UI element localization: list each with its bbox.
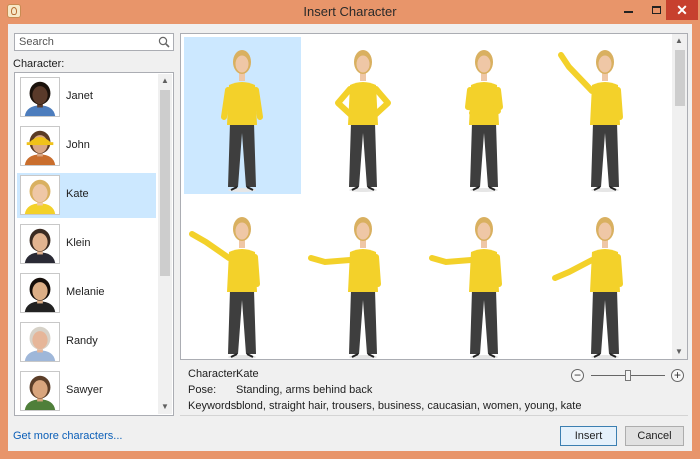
- pose-thumbnail[interactable]: [305, 204, 422, 359]
- detail-pose-key: Pose:: [188, 384, 217, 396]
- minimize-icon: [623, 11, 633, 13]
- pose-thumbnail[interactable]: [305, 37, 422, 194]
- detail-keywords-key: Keywords:: [188, 400, 240, 412]
- scrollbar-thumb[interactable]: [675, 50, 685, 106]
- detail-character-key: Character:: [188, 368, 240, 380]
- character-item-melanie[interactable]: Melanie: [17, 271, 156, 316]
- dialog-body: Search Character: Janet John Kate Klein …: [8, 24, 692, 451]
- character-name: Klein: [66, 237, 91, 249]
- scrollbar-thumb[interactable]: [160, 90, 170, 276]
- character-item-sawyer[interactable]: Sawyer: [17, 369, 156, 414]
- character-avatar: [20, 322, 60, 362]
- pose-figure: [552, 217, 623, 359]
- character-label: Character:: [13, 58, 65, 70]
- character-avatar: [20, 371, 60, 411]
- cancel-button[interactable]: Cancel: [625, 426, 684, 446]
- search-icon[interactable]: [158, 36, 170, 48]
- window-title: Insert Character: [303, 4, 397, 19]
- zoom-handle[interactable]: [625, 370, 631, 381]
- character-avatar: [20, 77, 60, 117]
- pose-figure: [465, 50, 503, 192]
- character-item-janet[interactable]: Janet: [17, 75, 156, 120]
- character-name: Janet: [66, 90, 93, 102]
- scroll-up-arrow-icon[interactable]: ▲: [158, 74, 172, 88]
- get-more-characters-link[interactable]: Get more characters...: [13, 430, 122, 442]
- insert-button[interactable]: Insert: [560, 426, 617, 446]
- zoom-out-icon[interactable]: −: [571, 369, 584, 382]
- minimize-button[interactable]: [614, 0, 642, 20]
- character-list[interactable]: Janet John Kate Klein Melanie Randy Sawy…: [14, 72, 174, 416]
- pose-thumbnail[interactable]: [184, 204, 301, 359]
- character-name: Kate: [66, 188, 89, 200]
- pose-figure: [429, 217, 502, 359]
- pose-gallery[interactable]: ▲ ▼: [180, 33, 688, 360]
- pose-thumbnail[interactable]: [426, 204, 543, 359]
- character-item-randy[interactable]: Randy: [17, 320, 156, 365]
- maximize-icon: [651, 6, 661, 14]
- divider: [180, 415, 688, 416]
- zoom-in-icon[interactable]: +: [671, 369, 684, 382]
- character-avatar: [20, 273, 60, 313]
- pose-thumbnail[interactable]: [426, 37, 543, 194]
- pose-thumbnail[interactable]: [547, 204, 664, 359]
- scroll-up-arrow-icon[interactable]: ▲: [672, 34, 686, 48]
- scroll-down-arrow-icon[interactable]: ▼: [158, 400, 172, 414]
- close-button[interactable]: ✕: [666, 0, 698, 20]
- pose-figure: [221, 50, 263, 192]
- pose-figure: [189, 217, 260, 359]
- title-bar: Insert Character ✕: [0, 0, 700, 24]
- pose-thumbnail[interactable]: [547, 37, 664, 194]
- character-name: Randy: [66, 335, 98, 347]
- character-name: John: [66, 139, 90, 151]
- character-avatar: [20, 175, 60, 215]
- character-list-scrollbar[interactable]: ▲ ▼: [158, 74, 172, 414]
- character-avatar: [20, 224, 60, 264]
- character-avatar: [20, 126, 60, 166]
- detail-pose-value: Standing, arms behind back: [236, 384, 373, 396]
- pose-figure: [308, 217, 381, 359]
- detail-keywords-value: blond, straight hair, trousers, business…: [236, 400, 582, 412]
- character-item-kate[interactable]: Kate: [17, 173, 156, 218]
- pose-figure: [558, 50, 623, 192]
- insert-character-dialog: Insert Character ✕ Search Character: Jan…: [0, 0, 700, 459]
- character-name: Melanie: [66, 286, 105, 298]
- pose-figure: [335, 50, 391, 192]
- character-item-john[interactable]: John: [17, 124, 156, 169]
- character-item-klein[interactable]: Klein: [17, 222, 156, 267]
- search-input[interactable]: Search: [14, 33, 174, 51]
- search-placeholder: Search: [19, 36, 54, 48]
- pose-gallery-scrollbar[interactable]: ▲ ▼: [672, 34, 687, 359]
- detail-character-value: Kate: [236, 368, 259, 380]
- scroll-down-arrow-icon[interactable]: ▼: [672, 345, 686, 359]
- pose-thumbnail[interactable]: [184, 37, 301, 194]
- character-name: Sawyer: [66, 384, 103, 396]
- zoom-slider[interactable]: − +: [571, 369, 686, 385]
